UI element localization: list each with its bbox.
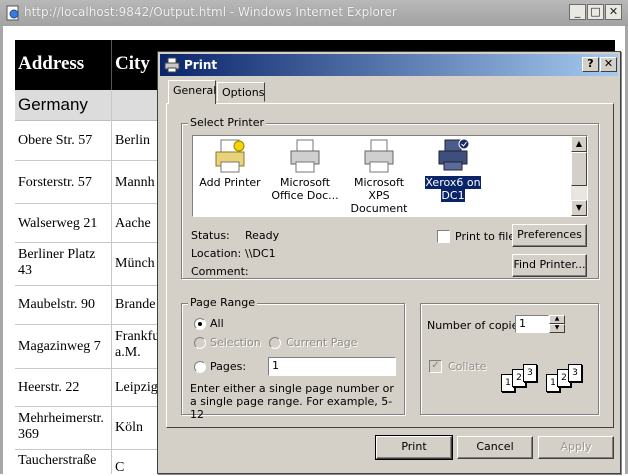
cell-address: Taucherstraße: [18, 453, 97, 468]
spin-up-icon[interactable]: ▲: [549, 315, 565, 324]
tab-options-label: Options: [222, 86, 265, 99]
add-printer-icon: [215, 139, 245, 173]
ie-titlebar: http://localhost:9842/Output.html - Wind…: [0, 0, 628, 27]
printer-label: Microsoft Office Doc...: [271, 176, 339, 202]
current-page-label: Current Page: [286, 336, 358, 349]
cell-address: Forsterstr. 57: [18, 175, 92, 190]
printer-item-add[interactable]: Add Printer: [195, 136, 265, 189]
pages-input[interactable]: 1: [268, 357, 396, 376]
dialog-titlebar[interactable]: Print ? ✕: [160, 54, 618, 76]
ie-page-icon: [6, 5, 19, 21]
page-range-hint: Enter either a single page number or a s…: [190, 382, 394, 421]
cell-city: Leipzig: [115, 380, 158, 395]
tab-general-label: General: [173, 84, 217, 97]
printer-label: Add Printer: [199, 176, 261, 189]
apply-button-label: Apply: [560, 440, 592, 453]
current-page-radio[interactable]: [269, 337, 281, 349]
preferences-button-label: Preferences: [517, 228, 582, 241]
all-radio[interactable]: [194, 318, 206, 330]
cell-address: Obere Str. 57: [18, 133, 93, 148]
collate-label: Collate: [448, 360, 487, 373]
pages-label: Pages:: [210, 360, 247, 373]
collate-checkbox[interactable]: ✓: [429, 360, 442, 373]
copies-input[interactable]: 1: [515, 315, 549, 333]
apply-button[interactable]: Apply: [538, 436, 614, 459]
copies-label: Number of copies:: [427, 319, 528, 332]
cell-city: Mannh: [115, 175, 155, 190]
preferences-button[interactable]: Preferences: [512, 224, 587, 247]
cell-city: Brande: [115, 297, 156, 312]
status-label: Status:: [191, 229, 230, 242]
printer-label: Xerox6 on DC1: [424, 175, 482, 203]
comment-label: Comment:: [191, 265, 249, 278]
page-icon: 3: [568, 364, 582, 382]
page-icon: 3: [523, 364, 537, 382]
scroll-thumb[interactable]: [571, 152, 587, 186]
cell-address: Magazinweg 7: [18, 339, 101, 354]
scroll-down-icon[interactable]: ▼: [571, 200, 587, 216]
printer-list-scrollbar[interactable]: ▲ ▼: [571, 136, 587, 216]
cell-address: Berliner Platz 43: [18, 247, 96, 278]
cell-city: Köln: [115, 420, 143, 435]
group-country: Germany: [18, 95, 88, 114]
pages-radio[interactable]: [194, 361, 206, 373]
selection-radio[interactable]: [194, 337, 206, 349]
printer-icon: [164, 57, 180, 73]
help-button[interactable]: ?: [582, 57, 599, 72]
network-printer-icon: [438, 138, 470, 171]
print-dialog: Print ? ✕ General Options Select Printer…: [157, 51, 621, 474]
dialog-title: Print: [184, 58, 218, 72]
print-button-label: Print: [401, 440, 427, 453]
cell-address: Maubelstr. 90: [18, 297, 95, 312]
find-printer-button-label: Find Printer...: [513, 258, 586, 271]
maximize-button[interactable]: □: [587, 4, 604, 20]
header-address: Address: [18, 53, 85, 74]
copies-spinner[interactable]: ▲ ▼: [549, 315, 565, 333]
printer-icon: [364, 139, 394, 173]
cell-city: Münch: [115, 256, 155, 271]
print-to-file-checkbox[interactable]: [437, 230, 450, 243]
page-range-label: Page Range: [188, 296, 257, 309]
minimize-button[interactable]: _: [569, 4, 586, 20]
printer-icon: [290, 139, 320, 173]
selection-label: Selection: [210, 336, 261, 349]
printer-item-xps[interactable]: Microsoft XPS Document ...: [344, 136, 414, 216]
printer-item-office-doc[interactable]: Microsoft Office Doc...: [270, 136, 340, 202]
scroll-up-icon[interactable]: ▲: [571, 136, 587, 152]
cell-city: Berlin: [115, 133, 150, 148]
print-button[interactable]: Print: [375, 435, 453, 460]
print-to-file-label: Print to file: [455, 230, 516, 243]
cell-city: Aache: [115, 216, 151, 231]
find-printer-button[interactable]: Find Printer...: [512, 254, 587, 277]
cancel-button[interactable]: Cancel: [457, 436, 533, 459]
window-title: http://localhost:9842/Output.html - Wind…: [24, 5, 397, 19]
location-value: \\DC1: [245, 247, 276, 260]
close-window-button[interactable]: ✕: [605, 4, 622, 20]
tab-general[interactable]: General: [168, 80, 216, 104]
tab-options[interactable]: Options: [217, 82, 265, 102]
cancel-button-label: Cancel: [476, 440, 514, 453]
cell-address: Mehrheimerstr. 369: [18, 411, 104, 442]
cell-address: Walserweg 21: [18, 216, 98, 231]
select-printer-label: Select Printer: [188, 116, 267, 129]
header-separator: [111, 40, 112, 90]
printer-label: Microsoft XPS Document ...: [350, 176, 408, 216]
header-city: City: [115, 53, 150, 74]
close-dialog-button[interactable]: ✕: [600, 57, 617, 72]
location-label: Location:: [191, 247, 242, 260]
status-value: Ready: [245, 229, 280, 242]
printer-list[interactable]: Add Printer Microsoft Office Doc... Micr…: [192, 135, 588, 217]
all-label: All: [210, 317, 224, 330]
cell-address: Heerstr. 22: [18, 380, 80, 395]
printer-item-xerox[interactable]: Xerox6 on DC1: [422, 136, 484, 203]
spin-down-icon[interactable]: ▼: [549, 324, 565, 333]
column-separator: [111, 90, 112, 474]
